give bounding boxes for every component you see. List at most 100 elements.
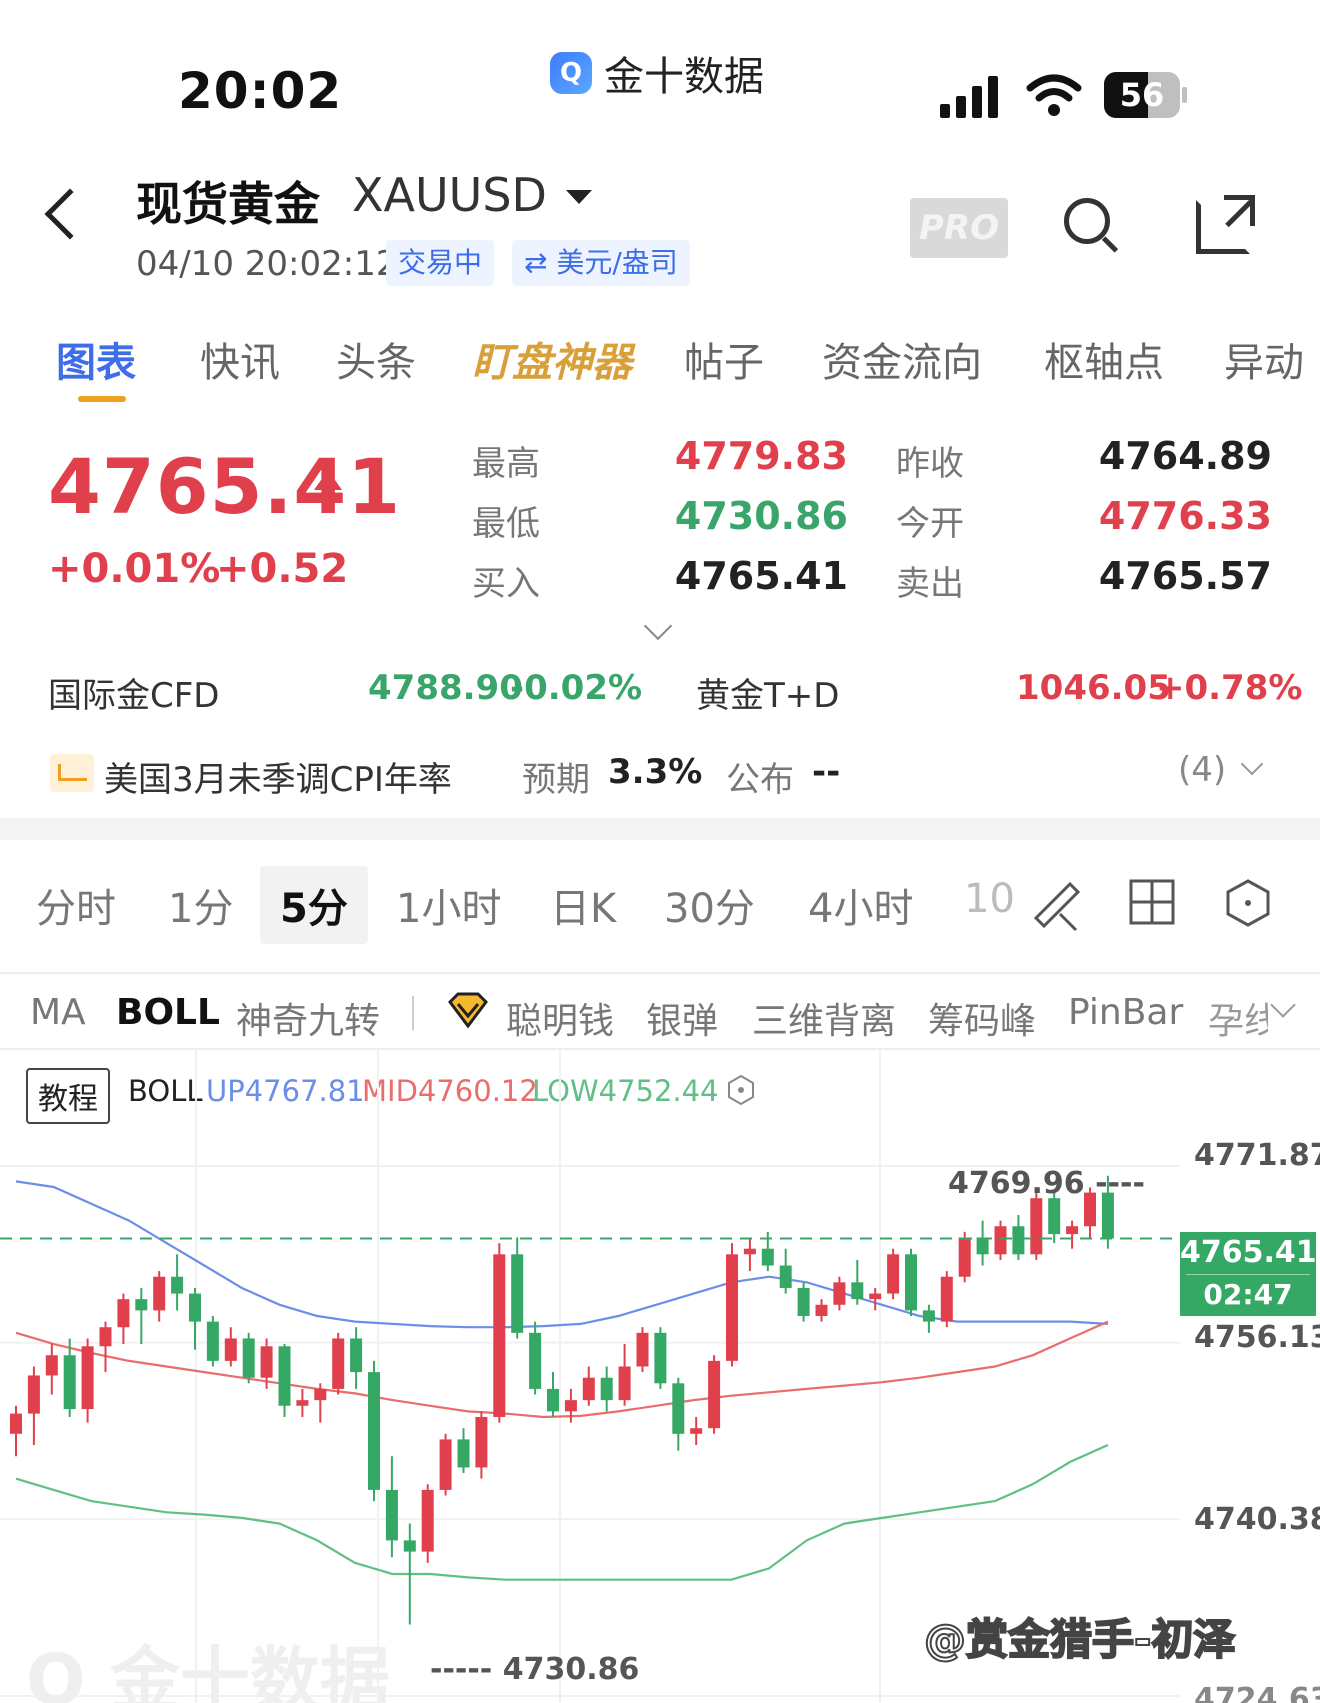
candle-body [779, 1265, 792, 1288]
candle [618, 1344, 631, 1406]
brand-watermark: Q 金十数据 [26, 1624, 390, 1703]
indicator-silver-bullet[interactable]: 银弹 [646, 992, 718, 1044]
candle [976, 1220, 989, 1266]
tab-posts[interactable]: 帖子 [684, 330, 764, 388]
candle-body [206, 1321, 219, 1361]
instrument-symbol[interactable]: XAUUSD [352, 168, 547, 222]
candle [511, 1237, 524, 1339]
period-timeshare[interactable]: 分时 [36, 876, 116, 934]
candle [10, 1405, 22, 1457]
app-badge: Q 金十数据 [550, 44, 764, 102]
boll-low-line [15, 1443, 1109, 1581]
pro-button[interactable]: PRO [910, 198, 1008, 258]
tab-watch-tool[interactable]: 盯盘神器 [472, 330, 632, 388]
candle-body [475, 1416, 488, 1468]
candle-body [242, 1338, 255, 1378]
chevron-down-icon[interactable] [1270, 992, 1296, 1018]
td-change: +0.78% [1156, 668, 1303, 708]
candle [940, 1271, 953, 1328]
indicator-boll[interactable]: BOLL [116, 992, 220, 1033]
expand-chevron-icon[interactable] [643, 611, 673, 641]
candle-body [117, 1299, 130, 1328]
candle-body [600, 1377, 613, 1401]
draw-tool-icon[interactable] [1030, 878, 1084, 932]
candle [529, 1321, 542, 1395]
settings-hexagon-icon[interactable] [1224, 878, 1272, 928]
candle-body [833, 1282, 846, 1305]
event-count[interactable]: (4) [1178, 750, 1226, 790]
tab-pivot[interactable]: 枢轴点 [1044, 330, 1164, 388]
tab-fund-flow[interactable]: 资金流向 [822, 330, 982, 388]
brand-watermark-text: 金十数据 [109, 1639, 390, 1703]
indicator-magic-nine[interactable]: 神奇九转 [236, 992, 380, 1044]
candle-body [654, 1332, 667, 1384]
event-expect-label: 预期 [522, 760, 590, 800]
period-day[interactable]: 日K [550, 876, 616, 934]
candle-body [439, 1439, 452, 1490]
period-30m[interactable]: 30分 [664, 876, 755, 934]
tab-chart[interactable]: 图表 [56, 330, 136, 388]
price-tag-value: 4765.41 [1180, 1235, 1317, 1270]
indicator-divergence[interactable]: 三维背离 [752, 992, 896, 1044]
candle [171, 1254, 184, 1311]
candle-body [171, 1276, 184, 1294]
period-5m[interactable]: 5分 [260, 866, 368, 944]
author-watermark: @赏金猎手-初泽 [923, 1614, 1236, 1665]
candle-body [1048, 1198, 1061, 1235]
candle-body [1066, 1226, 1079, 1235]
candle-body [672, 1383, 685, 1434]
indicator-smart-money[interactable]: 聪明钱 [506, 992, 614, 1044]
candle [117, 1293, 130, 1345]
label-high: 最高 [472, 444, 540, 484]
candle-body [457, 1439, 470, 1468]
share-icon[interactable] [1196, 195, 1255, 254]
label-open: 今开 [896, 504, 964, 544]
caret-down-icon[interactable] [566, 190, 592, 204]
indicator-pinbar[interactable]: PinBar [1068, 992, 1183, 1033]
candle-body [81, 1346, 94, 1410]
candle-body [708, 1360, 721, 1429]
search-icon[interactable] [1064, 198, 1110, 244]
chevron-down-icon[interactable] [1240, 752, 1264, 776]
indicator-chip-peak[interactable]: 筹码峰 [928, 992, 1036, 1044]
trading-status-badge: 交易中 [386, 240, 495, 286]
value-bid: 4765.41 [674, 554, 848, 598]
indicator-inside-bar[interactable]: 孕线 [1208, 992, 1268, 1044]
current-price-tag: 4765.41 02:47 [1180, 1232, 1317, 1316]
min-marker: ----- 4730.86 [430, 1652, 640, 1687]
event-title[interactable]: 美国3月未季调CPI年率 [104, 752, 452, 801]
tab-headlines[interactable]: 头条 [336, 330, 416, 388]
cfd-label[interactable]: 国际金CFD [48, 668, 219, 717]
period-1h[interactable]: 1小时 [396, 876, 501, 934]
cfd-price: 4788.90 [368, 668, 523, 708]
candle [206, 1316, 219, 1367]
tab-movers[interactable]: 异动 [1224, 330, 1304, 388]
back-icon[interactable] [44, 188, 96, 240]
candle [779, 1248, 792, 1294]
candle [153, 1271, 166, 1322]
instrument-name: 现货黄金 [136, 177, 320, 231]
candle [815, 1299, 828, 1322]
candle-body [797, 1287, 810, 1317]
candle [27, 1366, 40, 1446]
td-label[interactable]: 黄金T+D [696, 668, 839, 717]
period-1m[interactable]: 1分 [168, 876, 233, 934]
candle-body [636, 1332, 649, 1367]
unit-badge[interactable]: ⇄ 美元/盎司 [512, 240, 690, 286]
app-name: 金十数据 [604, 54, 764, 100]
max-marker: 4769.96 ---- [948, 1166, 1145, 1201]
candle [600, 1366, 613, 1412]
period-10[interactable]: 10 [964, 876, 1015, 922]
candle-body [564, 1400, 577, 1412]
candle [439, 1433, 452, 1496]
candle [45, 1344, 58, 1395]
candle [994, 1220, 1007, 1260]
td-price: 1046.05 [1016, 668, 1171, 708]
layout-grid-icon[interactable] [1128, 878, 1176, 926]
indicator-ma[interactable]: MA [30, 992, 86, 1033]
tab-news[interactable]: 快讯 [200, 330, 280, 388]
candle-body [1030, 1198, 1043, 1255]
period-4h[interactable]: 4小时 [808, 876, 913, 934]
candle-body [529, 1332, 542, 1389]
candle-body [403, 1540, 416, 1552]
